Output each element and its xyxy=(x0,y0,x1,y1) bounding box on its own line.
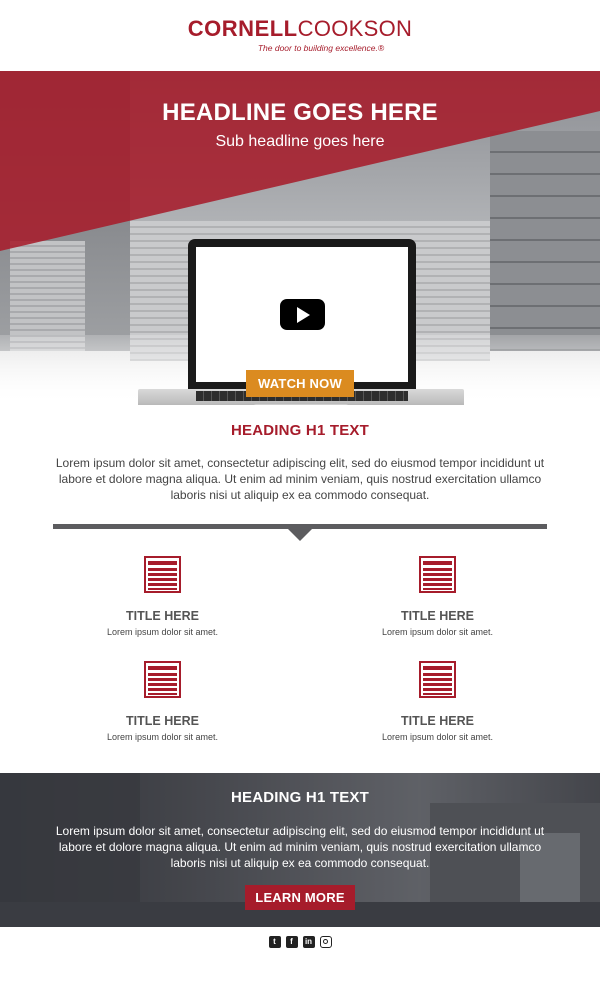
banner-body: Lorem ipsum dolor sit amet, consectetur … xyxy=(55,824,545,870)
feature-title: TITLE HERE xyxy=(401,609,474,623)
bottom-banner: HEADING H1 TEXT Lorem ipsum dolor sit am… xyxy=(0,773,600,927)
linkedin-icon[interactable]: in xyxy=(302,935,315,948)
divider-arrow-icon xyxy=(288,529,312,541)
learn-more-button[interactable]: LEARN MORE xyxy=(245,885,355,910)
feature-desc: Lorem ipsum dolor sit amet. xyxy=(106,627,219,637)
watch-now-wrap: WATCH NOW xyxy=(0,370,600,397)
rolling-door-icon xyxy=(419,556,456,593)
hero-headline: HEADLINE GOES HERE xyxy=(162,99,438,126)
laptop-lid xyxy=(188,239,416,389)
banner-heading: HEADING H1 TEXT xyxy=(230,789,369,806)
twitter-icon[interactable]: t xyxy=(268,935,281,948)
feature-desc: Lorem ipsum dolor sit amet. xyxy=(381,732,494,742)
feature-desc: Lorem ipsum dolor sit amet. xyxy=(106,732,219,742)
video-screen[interactable] xyxy=(196,247,408,382)
watch-now-button[interactable]: WATCH NOW xyxy=(246,370,354,397)
feature-desc: Lorem ipsum dolor sit amet. xyxy=(381,627,494,637)
rolling-door-icon xyxy=(144,661,181,698)
hero-background-door-right xyxy=(490,131,600,351)
rolling-door-icon xyxy=(419,661,456,698)
intro-body: Lorem ipsum dolor sit amet, consectetur … xyxy=(55,456,545,502)
features-grid: TITLE HERE Lorem ipsum dolor sit amet. T… xyxy=(25,556,575,742)
hero-subheadline: Sub headline goes here xyxy=(215,133,385,150)
rolling-door-icon xyxy=(144,556,181,593)
intro-heading: HEADING H1 TEXT xyxy=(230,422,369,439)
hero-text: HEADLINE GOES HERE Sub headline goes her… xyxy=(0,99,600,151)
logo-name-light: COOKSON xyxy=(297,16,413,41)
feature-item: TITLE HERE Lorem ipsum dolor sit amet. xyxy=(300,661,575,742)
play-icon[interactable] xyxy=(279,299,325,330)
feature-title: TITLE HERE xyxy=(126,714,199,728)
feature-title: TITLE HERE xyxy=(401,714,474,728)
footer-social: t f in xyxy=(0,927,600,956)
logo-name-bold: CORNELL xyxy=(187,16,298,41)
intro-section: HEADING H1 TEXT Lorem ipsum dolor sit am… xyxy=(0,422,600,503)
feature-item: TITLE HERE Lorem ipsum dolor sit amet. xyxy=(300,556,575,637)
instagram-icon[interactable] xyxy=(319,935,332,948)
laptop-trackpad xyxy=(254,404,348,405)
feature-item: TITLE HERE Lorem ipsum dolor sit amet. xyxy=(25,556,300,637)
hero-section: HEADLINE GOES HERE Sub headline goes her… xyxy=(0,71,600,405)
facebook-icon[interactable]: f xyxy=(285,935,298,948)
banner-content: HEADING H1 TEXT Lorem ipsum dolor sit am… xyxy=(0,773,600,910)
header: CORNELL COOKSON The door to building exce… xyxy=(0,0,600,71)
feature-title: TITLE HERE xyxy=(126,609,199,623)
brand-tagline: The door to building excellence.® xyxy=(257,43,385,53)
feature-item: TITLE HERE Lorem ipsum dolor sit amet. xyxy=(25,661,300,742)
brand-logo[interactable]: CORNELL COOKSON xyxy=(188,18,412,40)
section-divider xyxy=(53,524,547,544)
